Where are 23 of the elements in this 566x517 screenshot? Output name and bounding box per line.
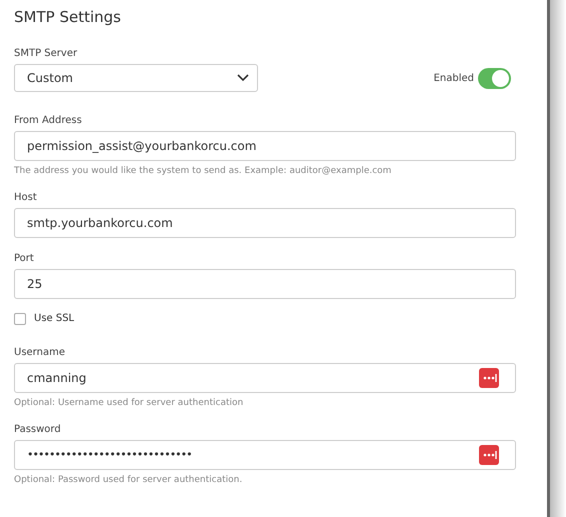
checkbox-label: Use SSL	[34, 312, 74, 326]
input-field[interactable]: ••••••••••••••••••••••••••••••	[14, 440, 516, 470]
input-field[interactable]: permission_assist@yourbankorcu.com	[14, 131, 516, 161]
input-field[interactable]: 25	[14, 269, 516, 299]
password-manager-icon[interactable]	[479, 368, 499, 388]
section-title: SMTP Settings	[14, 7, 122, 27]
help-text: Optional: Username used for server authentication	[14, 398, 244, 409]
use-ssl-checkbox[interactable]	[14, 312, 26, 324]
field-label: From Address	[14, 114, 83, 127]
help-text: The address you would like the system to send as. Example: auditor@example.com	[14, 166, 392, 177]
field-label: SMTP Server	[14, 47, 78, 60]
password-manager-icon[interactable]	[479, 445, 499, 465]
input-field[interactable]: smtp.yourbankorcu.com	[14, 208, 516, 238]
enabled-toggle[interactable]	[478, 68, 511, 88]
field-label: Username	[14, 346, 66, 359]
input-field[interactable]: cmanning	[14, 363, 516, 393]
field-label: Host	[14, 191, 38, 204]
chevron-down-icon	[237, 74, 249, 82]
field-label: Port	[14, 252, 35, 265]
toggle-label: Enabled	[434, 72, 474, 86]
smtp-server-select[interactable]: Custom	[14, 64, 258, 92]
field-label: Password	[14, 423, 62, 436]
help-text: Optional: Password used for server authentication.	[14, 475, 244, 486]
